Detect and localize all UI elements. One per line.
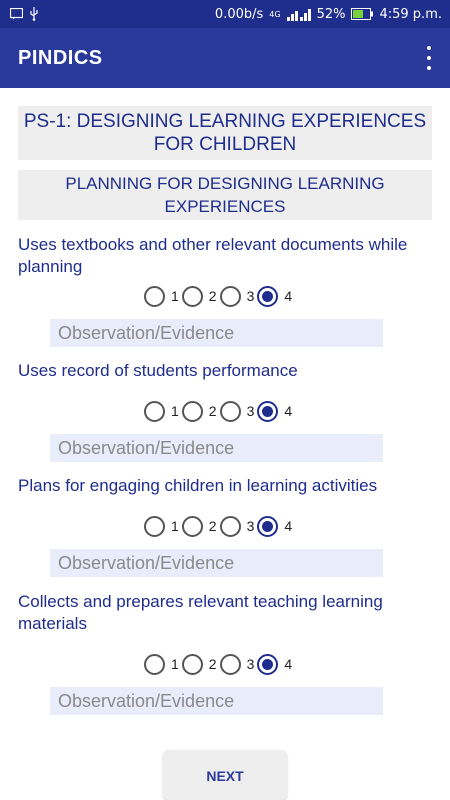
message-icon	[10, 8, 23, 20]
radio-button[interactable]	[181, 285, 203, 307]
radio-button[interactable]	[144, 515, 165, 537]
radio-button-selected[interactable]	[257, 400, 279, 422]
network-type: 4G	[269, 9, 281, 19]
radio-button[interactable]	[219, 653, 241, 675]
radio-button-selected[interactable]	[257, 653, 279, 675]
rating-option-3[interactable]: 3	[219, 285, 254, 307]
radio-button-selected[interactable]	[257, 515, 279, 537]
section-title: PS-1: DESIGNING LEARNING EXPERIENCES FOR…	[18, 106, 432, 160]
rating-option-3[interactable]: 3	[219, 515, 254, 537]
app-bar: PINDICS	[0, 28, 450, 88]
radio-button[interactable]	[144, 285, 165, 307]
rating-option-2[interactable]: 2	[181, 515, 217, 537]
rating-option-2[interactable]: 2	[181, 400, 217, 422]
usb-icon	[29, 7, 39, 21]
rating-option-4[interactable]: 4	[257, 653, 292, 675]
rating-radio-group: 1 2 3 4	[144, 399, 295, 423]
status-bar: 0.00b/s 4G 52% 4:59 p.m.	[0, 0, 450, 28]
rating-option-2[interactable]: 2	[181, 285, 217, 307]
rating-option-3[interactable]: 3	[219, 653, 254, 675]
rating-option-2[interactable]: 2	[181, 653, 217, 675]
question-text: Plans for engaging children in learning …	[18, 476, 378, 495]
radio-button[interactable]	[181, 400, 203, 422]
rating-option-1[interactable]: 1	[144, 285, 179, 307]
rating-radio-group: 1 2 3 4	[144, 514, 295, 538]
observation-input[interactable]	[50, 319, 383, 347]
radio-button[interactable]	[144, 400, 165, 422]
rating-radio-group: 1 2 3 4	[144, 652, 295, 676]
network-speed: 0.00b/s	[214, 6, 264, 22]
subsection-title: PLANNING FOR DESIGNING LEARNING EXPERIEN…	[18, 170, 432, 220]
clock: 4:59 p.m.	[379, 6, 442, 22]
rating-radio-group: 1 2 3 4	[144, 284, 295, 308]
rating-option-4[interactable]: 4	[257, 515, 292, 537]
overflow-menu-icon[interactable]	[424, 46, 434, 70]
radio-button[interactable]	[219, 515, 241, 537]
observation-input[interactable]	[50, 434, 383, 462]
rating-option-4[interactable]: 4	[257, 285, 292, 307]
rating-option-3[interactable]: 3	[219, 400, 254, 422]
radio-button[interactable]	[181, 515, 203, 537]
radio-button[interactable]	[144, 653, 165, 675]
battery-percent: 52%	[316, 6, 346, 22]
app-title: PINDICS	[18, 46, 103, 69]
radio-button[interactable]	[219, 285, 241, 307]
rating-option-4[interactable]: 4	[257, 400, 292, 422]
observation-input[interactable]	[50, 687, 383, 715]
signal-icon	[286, 8, 311, 21]
battery-icon	[351, 8, 374, 20]
rating-option-1[interactable]: 1	[144, 515, 179, 537]
observation-input[interactable]	[50, 549, 383, 577]
radio-button[interactable]	[219, 400, 241, 422]
rating-option-1[interactable]: 1	[144, 400, 179, 422]
rating-option-1[interactable]: 1	[144, 653, 179, 675]
next-button[interactable]: NEXT	[163, 750, 287, 800]
question-text: Collects and prepares relevant teaching …	[18, 592, 383, 633]
question-text: Uses record of students performance	[18, 361, 298, 380]
radio-button[interactable]	[181, 653, 203, 675]
question-text: Uses textbooks and other relevant docume…	[18, 235, 408, 276]
radio-button-selected[interactable]	[257, 285, 279, 307]
